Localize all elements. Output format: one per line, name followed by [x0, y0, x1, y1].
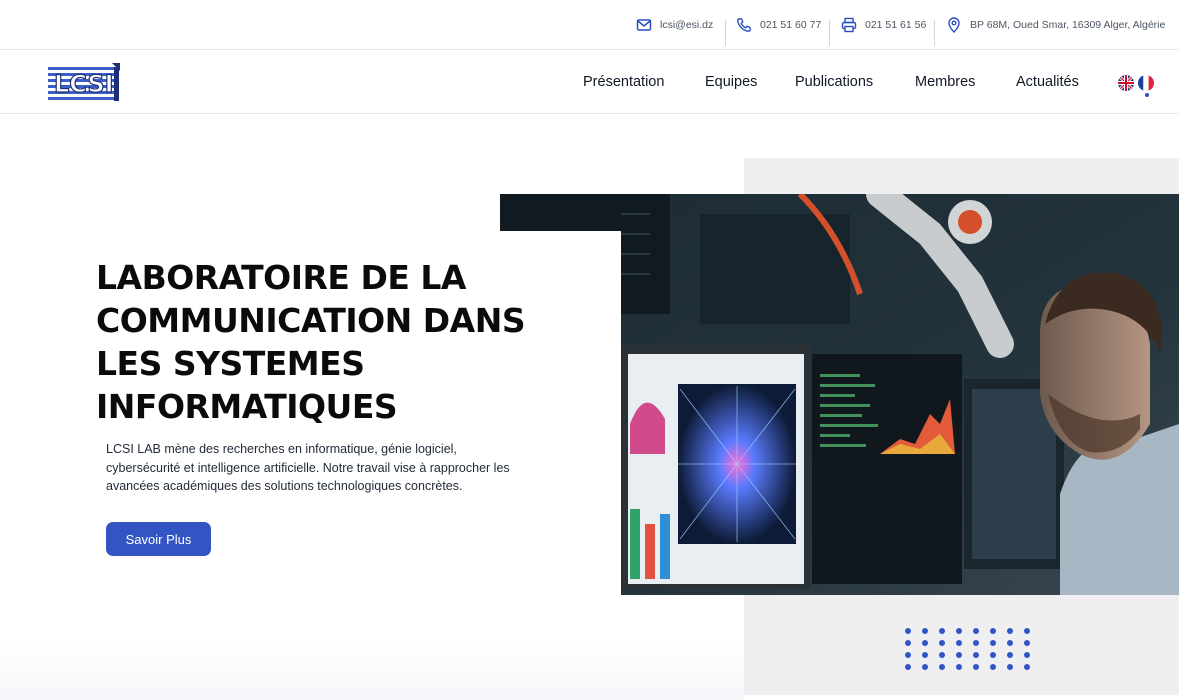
decorative-dot: [905, 664, 911, 670]
hero-title-line: INFORMATIQUES: [96, 387, 398, 426]
decorative-dot: [922, 628, 928, 634]
location-pin-icon: [948, 17, 960, 33]
decorative-dot: [939, 664, 945, 670]
top-contact-bar: lcsi@esi.dz 021 51 60 77 021 51 61 56 BP…: [0, 0, 1179, 50]
decorative-dot: [1024, 640, 1030, 646]
divider: [829, 20, 830, 46]
decorative-dot: [990, 628, 996, 634]
decorative-dot: [939, 628, 945, 634]
decorative-dot: [905, 652, 911, 658]
contact-email[interactable]: lcsi@esi.dz: [636, 0, 713, 50]
decorative-dot: [939, 652, 945, 658]
decorative-dot: [1007, 664, 1013, 670]
main-navbar: LCSI Présentation Equipes Publications M…: [0, 50, 1179, 114]
decorative-dot: [1024, 652, 1030, 658]
logo-text: LCSI: [54, 70, 114, 98]
decorative-dot: [973, 664, 979, 670]
email-text: lcsi@esi.dz: [660, 19, 714, 31]
nav-actualites[interactable]: Actualités: [1016, 50, 1079, 114]
mail-icon: [636, 19, 652, 31]
nav-presentation[interactable]: Présentation: [583, 50, 664, 114]
decorative-dot: [1024, 628, 1030, 634]
contact-phone[interactable]: 021 51 60 77: [736, 0, 821, 50]
decorative-dot: [905, 640, 911, 646]
hero-image-top-strip: [500, 194, 621, 231]
divider: [725, 20, 726, 46]
decorative-dot: [956, 640, 962, 646]
decorative-dot: [973, 640, 979, 646]
address-text: BP 68M, Oued Smar, 16309 Alger, Algérie: [970, 19, 1166, 31]
printer-icon: [841, 17, 857, 33]
decorative-dot: [990, 652, 996, 658]
hero-title-line: LABORATOIRE DE LA: [96, 258, 466, 297]
decorative-dot: [939, 640, 945, 646]
nav-membres[interactable]: Membres: [915, 50, 975, 114]
decorative-dot: [1024, 664, 1030, 670]
fax-text: 021 51 61 56: [865, 19, 927, 31]
decorative-dot: [1007, 628, 1013, 634]
decorative-dot: [922, 640, 928, 646]
active-language-indicator: [1145, 93, 1149, 97]
decorative-dot: [922, 652, 928, 658]
savoir-plus-button[interactable]: Savoir Plus: [106, 522, 211, 556]
decorative-dot: [956, 664, 962, 670]
nav-publications[interactable]: Publications: [795, 50, 873, 114]
decorative-dot: [973, 652, 979, 658]
en-flag-icon[interactable]: [1118, 75, 1134, 91]
bottom-fade: [0, 640, 744, 700]
contact-address[interactable]: BP 68M, Oued Smar, 16309 Alger, Algérie: [946, 0, 1165, 50]
decorative-dot: [973, 628, 979, 634]
hero-description: LCSI LAB mène des recherches en informat…: [106, 442, 510, 493]
hero-title-line: COMMUNICATION DANS: [96, 301, 526, 340]
decorative-dot: [1007, 640, 1013, 646]
hero-title-line: LES SYSTEMES: [96, 344, 365, 383]
decorative-dot: [922, 664, 928, 670]
decorative-dot: [956, 652, 962, 658]
divider: [934, 20, 935, 46]
decorative-dot: [1007, 652, 1013, 658]
hero-title: LABORATOIRE DE LA COMMUNICATION DANS LES…: [96, 256, 566, 428]
nav-equipes[interactable]: Equipes: [705, 50, 757, 114]
decorative-dot: [905, 628, 911, 634]
decorative-dot: [956, 628, 962, 634]
decorative-dot: [990, 640, 996, 646]
phone-icon: [737, 18, 751, 32]
decorative-dot: [990, 664, 996, 670]
fr-flag-icon[interactable]: [1138, 75, 1154, 91]
phone-text: 021 51 60 77: [760, 19, 822, 31]
contact-fax[interactable]: 021 51 61 56: [841, 0, 926, 50]
lcsi-logo[interactable]: LCSI: [48, 63, 120, 101]
